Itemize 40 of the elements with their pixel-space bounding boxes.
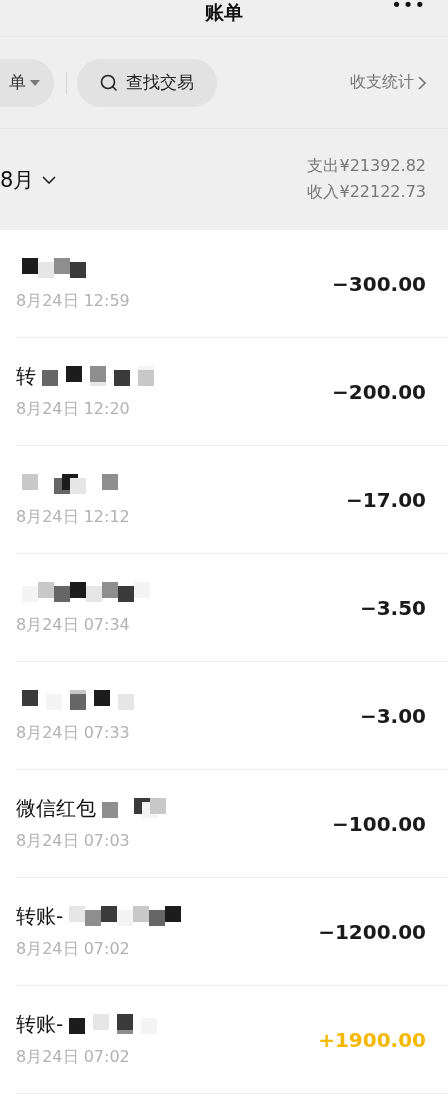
transaction-date: 8月24日 07:02 [16,1047,131,1068]
transaction-row[interactable]: 转账- 8月24日 07:02 +1900.00 [16,986,448,1094]
transaction-amount: −17.00 [345,487,426,512]
transaction-row[interactable]: 8月24日 07:33 −3.00 [16,662,448,770]
chevron-down-icon [42,175,57,184]
transaction-amount: −300.00 [332,271,426,296]
transaction-date: 8月24日 07:33 [16,723,131,744]
income-total: 收入¥22122.73 [307,182,426,203]
caret-icon [29,79,40,86]
transaction-date: 8月24日 07:03 [16,831,131,852]
more-menu-button[interactable]: ••• [391,0,426,15]
search-button[interactable]: 查找交易 [77,58,217,107]
transaction-date: 8月24日 12:20 [16,399,131,420]
transaction-amount: −100.00 [332,811,426,836]
transaction-row[interactable]: 转账- 8月24日 07:02 −1200.00 [16,878,448,986]
page-title: 账单 [205,0,243,25]
month-picker[interactable]: 8月 [0,165,57,194]
transaction-amount: −3.50 [359,595,426,620]
transaction-title: 转账- [16,1010,64,1038]
transaction-date: 8月24日 12:59 [16,291,131,312]
transaction-row[interactable]: 微信红包 8月24日 07:03 −100.00 [16,770,448,878]
transaction-amount: −3.00 [359,703,426,728]
stats-link[interactable]: 收支统计 [350,72,426,93]
transaction-row[interactable]: 8月24日 07:34 −3.50 [16,554,448,662]
transaction-title: 微信红包 [16,794,96,822]
transaction-amount: −200.00 [332,379,426,404]
transaction-amount: −1200.00 [318,919,426,944]
transaction-row[interactable]: 8月24日 12:59 −300.00 [16,230,448,338]
bill-type-dropdown[interactable]: 单 [0,58,54,107]
transaction-row[interactable]: 8月24日 12:12 −17.00 [16,446,448,554]
transaction-date: 8月24日 07:02 [16,939,131,960]
transaction-date: 8月24日 07:34 [16,615,131,636]
transaction-date: 8月24日 12:12 [16,507,131,528]
search-icon [100,73,118,92]
transaction-title: 转账- [16,902,64,930]
expense-total: 支出¥21392.82 [307,156,426,177]
transaction-title: 转 [16,362,36,390]
chevron-right-icon [418,75,426,90]
transaction-row[interactable]: 转 8月24日 12:20 −200.00 [16,338,448,446]
transaction-amount: +1900.00 [318,1027,426,1052]
